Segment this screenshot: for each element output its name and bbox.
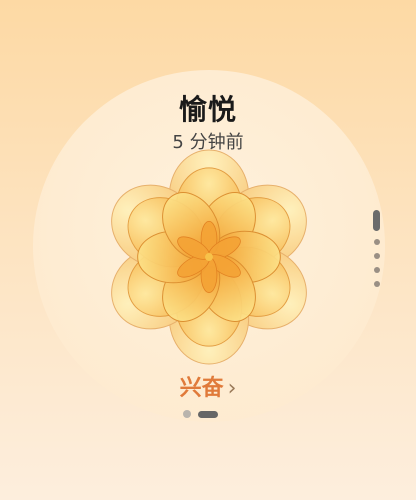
side-indicator-active xyxy=(373,210,380,231)
side-indicator-dot xyxy=(374,281,380,287)
mood-title: 愉悦 xyxy=(178,93,237,126)
side-indicator-dot xyxy=(374,253,380,259)
side-indicator-dot xyxy=(374,267,380,273)
page-dot-active[interactable] xyxy=(198,410,218,418)
golden-flower-icon[interactable] xyxy=(100,148,318,366)
chevron-right-icon: › xyxy=(227,376,237,401)
next-mood-label: 兴奋 xyxy=(179,376,224,401)
flower-core xyxy=(205,253,213,261)
side-scroll-indicator[interactable] xyxy=(372,210,382,287)
next-mood-link[interactable]: 兴奋 › xyxy=(0,370,416,402)
side-indicator-dot xyxy=(374,239,380,245)
page-dot[interactable] xyxy=(183,410,191,418)
page-indicator[interactable] xyxy=(183,410,218,418)
